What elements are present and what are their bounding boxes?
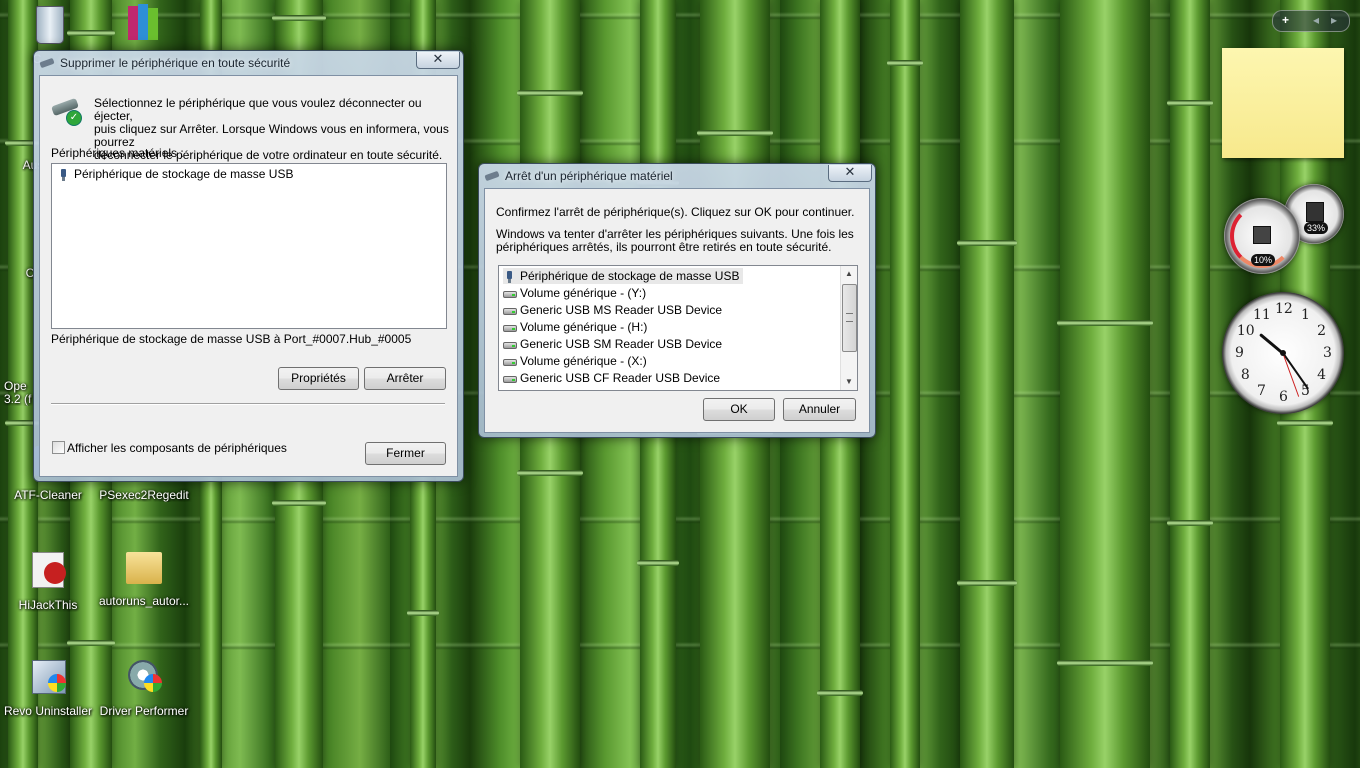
clock-numeral: 10 (1236, 323, 1255, 339)
clock-numeral: 8 (1240, 367, 1250, 383)
scroll-down-arrow-icon[interactable]: ▼ (841, 374, 857, 390)
stop-device-window: Arrêt d'un périphérique matériel ✕ Confi… (478, 163, 876, 438)
recycle-bin-icon (26, 4, 70, 48)
drive-icon (503, 322, 517, 334)
separator (51, 403, 445, 405)
confirm-text: Confirmez l'arrêt de périphérique(s). Cl… (496, 205, 855, 219)
window-title: Arrêt d'un périphérique matériel (505, 169, 673, 183)
devices-list-label: Périphériques matériels : (51, 146, 184, 160)
archive-books-icon (122, 2, 166, 46)
desktop-icon-label: Revo Uninstaller (3, 704, 93, 718)
folder-icon (122, 546, 166, 590)
window-title: Supprimer le périphérique en toute sécur… (60, 56, 291, 70)
drive-icon (503, 288, 517, 300)
desktop-icon-autoruns-folder[interactable]: autoruns_autor... (96, 546, 192, 608)
safe-remove-window: Supprimer le périphérique en toute sécur… (33, 50, 464, 482)
close-button[interactable]: ✕ (416, 52, 460, 69)
scroll-up-arrow-icon[interactable]: ▲ (841, 266, 857, 282)
devices-to-stop-list[interactable]: Périphérique de stockage de masse USB Vol… (498, 265, 858, 391)
list-item[interactable]: Périphérique de stockage de masse USB (503, 268, 744, 284)
sticky-note-gadget[interactable] (1222, 48, 1344, 158)
safe-remove-icon: ✓ (50, 96, 84, 126)
desktop-icon-label: PSexec2Regedit (99, 488, 189, 502)
drive-icon (503, 356, 517, 368)
window-client-area: Confirmez l'arrêt de périphérique(s). Cl… (484, 188, 870, 433)
device-location-text: Périphérique de stockage de masse USB à … (51, 332, 412, 346)
memory-chip-icon (1306, 202, 1324, 222)
desktop-icon-revo-uninstaller[interactable]: Revo Uninstaller (0, 656, 96, 718)
properties-button[interactable]: Propriétés (278, 367, 359, 390)
list-item[interactable]: Volume générique - (H:) (503, 319, 647, 335)
list-item[interactable]: Generic USB MS Reader USB Device (503, 302, 722, 318)
clock-numeral: 6 (1279, 389, 1288, 405)
cancel-button[interactable]: Annuler (783, 398, 856, 421)
desktop-icon-label: ATF-Cleaner (14, 488, 82, 502)
cpu-chip-icon (1253, 226, 1271, 244)
usb-device-icon (503, 270, 517, 283)
desktop-icon-hijackthis[interactable]: HiJackThis (0, 550, 96, 612)
hardware-devices-list[interactable]: Périphérique de stockage de masse USB (51, 163, 447, 329)
close-dialog-button[interactable]: Fermer (365, 442, 446, 465)
desktop-icon-label: autoruns_autor... (98, 594, 190, 608)
add-gadget-button[interactable]: + (1282, 13, 1289, 27)
clock-numeral: 1 (1301, 306, 1310, 323)
clock-numeral: 2 (1317, 323, 1327, 339)
clock-gadget[interactable]: 12 1 2 3 4 5 6 7 8 9 10 11 (1222, 292, 1344, 414)
desktop-icon-label: HiJackThis (18, 598, 78, 612)
next-page-icon[interactable]: ▸ (1331, 13, 1337, 27)
list-item[interactable]: Périphérique de stockage de masse USB (57, 166, 293, 182)
desktop-icon-winrar[interactable] (96, 2, 192, 50)
clock-numeral: 3 (1323, 345, 1332, 361)
desktop-icon-label: Driver Performer (99, 704, 189, 718)
show-components-checkbox[interactable] (52, 441, 65, 454)
drive-icon (503, 305, 517, 317)
minute-hand (1282, 352, 1310, 390)
list-item[interactable]: Volume générique - (X:) (503, 353, 647, 369)
clock-numeral: 7 (1257, 383, 1266, 400)
usb-device-icon (57, 168, 71, 181)
clock-numeral: 9 (1235, 345, 1244, 361)
show-components-label: Afficher les composants de périphériques (67, 441, 287, 455)
title-bar[interactable]: Arrêt d'un périphérique matériel ✕ (479, 164, 875, 188)
list-item[interactable]: Generic USB SM Reader USB Device (503, 336, 722, 352)
title-bar[interactable]: Supprimer le périphérique en toute sécur… (34, 51, 463, 75)
hijackthis-icon (26, 550, 70, 594)
previous-page-icon[interactable]: ◂ (1313, 13, 1319, 27)
stop-button[interactable]: Arrêter (364, 367, 446, 390)
clock-numeral: 4 (1317, 367, 1327, 383)
list-item[interactable]: Volume générique - (Y:) (503, 285, 646, 301)
info-text: Windows va tenter d'arrêter les périphér… (496, 227, 854, 254)
window-client-area: ✓ Sélectionnez le périphérique que vous … (39, 75, 458, 477)
ok-button[interactable]: OK (703, 398, 775, 421)
desktop-icon-driver-performer[interactable]: Driver Performer (96, 656, 192, 718)
clock-numeral: 12 (1275, 301, 1293, 317)
usb-eject-icon (39, 56, 56, 70)
drive-icon (503, 373, 517, 385)
cpu-meter-gadget[interactable]: 10% (1224, 198, 1300, 274)
close-button[interactable]: ✕ (828, 165, 872, 182)
gear-icon (122, 656, 166, 700)
clock-numeral: 11 (1253, 306, 1271, 323)
list-scrollbar[interactable]: ▲ ▼ (840, 266, 857, 390)
memory-percent: 33% (1304, 222, 1329, 234)
cpu-percent: 10% (1251, 254, 1276, 266)
list-item[interactable]: Generic USB CF Reader USB Device (503, 370, 720, 386)
drive-icon (503, 339, 517, 351)
scroll-thumb[interactable] (842, 284, 857, 352)
usb-eject-icon (484, 169, 501, 183)
revo-uninstaller-icon (26, 656, 70, 700)
gadget-sidebar-controls: + ◂ ▸ (1272, 10, 1350, 32)
